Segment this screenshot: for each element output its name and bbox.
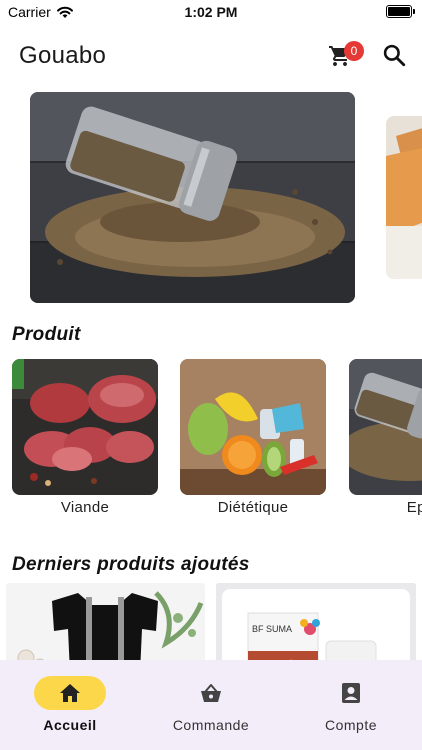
banner-bread-image[interactable]: [386, 116, 422, 279]
pepper-shaker-image: [30, 92, 355, 303]
search-icon[interactable]: [381, 42, 407, 68]
nav-accueil[interactable]: Accueil: [15, 676, 125, 733]
nav-pill: [175, 676, 247, 710]
category-carousel[interactable]: Viande Diététique Ep: [0, 359, 422, 519]
bottom-navigation: Accueil Commande Compte: [0, 660, 422, 750]
cart-button[interactable]: 0: [326, 38, 364, 72]
product-image-dress: [6, 583, 205, 663]
section-title-products: Produit: [12, 324, 81, 345]
account-box-icon: [342, 683, 360, 703]
nav-label-commande: Commande: [172, 717, 250, 733]
app-bar: Gouabo 0: [0, 30, 422, 80]
category-label: Epic: [406, 499, 422, 516]
product-image-bf-suma: BF SUMA Pure & Broken: [216, 583, 416, 663]
clock: 1:02 PM: [184, 4, 238, 20]
category-card-epices[interactable]: Epic: [349, 359, 422, 516]
category-card-viande[interactable]: Viande: [12, 359, 158, 516]
app-title: Gouabo: [19, 42, 107, 69]
category-image-viande: [12, 359, 158, 495]
recent-products-grid: BF SUMA Pure & Broken: [0, 583, 422, 663]
banner-carousel[interactable]: [0, 92, 422, 304]
nav-compte[interactable]: Compte: [296, 676, 406, 733]
status-bar: Carrier 1:02 PM: [0, 0, 422, 26]
battery-icon: [386, 5, 415, 18]
category-label: Viande: [60, 499, 110, 516]
nav-pill: [315, 676, 387, 710]
category-label: Diététique: [217, 499, 289, 516]
nav-label-compte: Compte: [324, 717, 378, 733]
category-image-dietetique: [180, 359, 326, 495]
nav-active-indicator: [34, 676, 106, 710]
basket-icon: [201, 684, 221, 702]
category-card-dietetique[interactable]: Diététique: [180, 359, 326, 516]
nav-commande[interactable]: Commande: [156, 676, 266, 733]
nav-label-accueil: Accueil: [43, 717, 97, 733]
cart-count-badge: 0: [344, 41, 364, 61]
home-icon: [60, 684, 80, 702]
product-card-dress[interactable]: [6, 583, 205, 663]
banner-pepper-image[interactable]: [30, 92, 355, 303]
section-title-recent-products: Derniers produits ajoutés: [12, 554, 250, 575]
svg-text:BF SUMA: BF SUMA: [252, 624, 292, 634]
bread-image: [386, 116, 422, 279]
category-image-epices: [349, 359, 422, 495]
product-card-bf-suma[interactable]: BF SUMA Pure & Broken: [216, 583, 416, 663]
